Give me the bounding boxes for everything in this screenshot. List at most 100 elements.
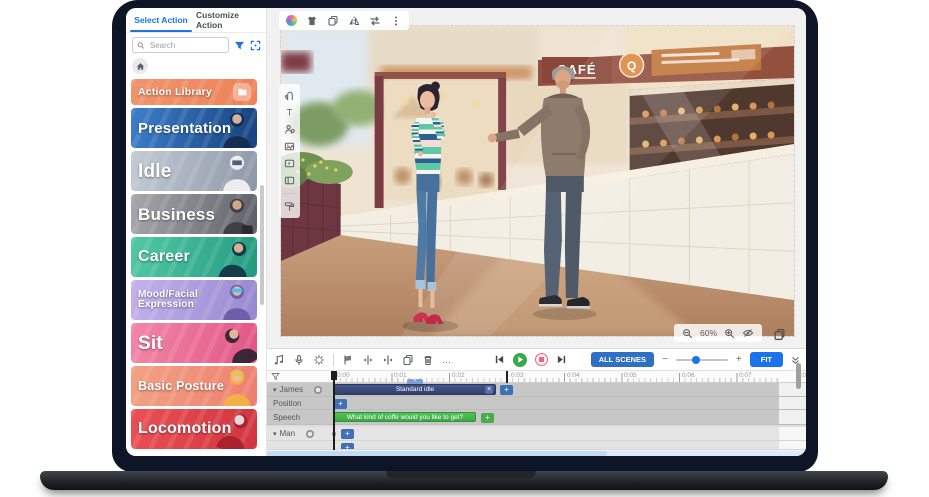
- paint-roller-icon: [284, 201, 295, 212]
- category-career[interactable]: Career: [131, 237, 257, 277]
- trash-icon: [422, 354, 434, 366]
- action-panel: Select Action Customize Action: [126, 8, 267, 456]
- outfit-button[interactable]: [306, 15, 318, 27]
- all-scenes-button[interactable]: ALL SCENES: [591, 352, 654, 367]
- track-visibility-toggle[interactable]: [306, 430, 314, 438]
- character-style-button[interactable]: [286, 15, 297, 26]
- background-paint-button[interactable]: [284, 201, 295, 212]
- track-label-speech[interactable]: Speech: [267, 410, 331, 424]
- track-label-james[interactable]: ▾ James: [267, 383, 331, 396]
- layers-icon: [327, 15, 339, 27]
- timeline-zoom-in[interactable]: +: [736, 355, 742, 365]
- add-position-key-button[interactable]: +: [334, 399, 347, 409]
- text-tool-button[interactable]: T: [284, 107, 295, 118]
- category-action-library[interactable]: Action Library: [131, 79, 257, 105]
- remove-clip-button[interactable]: ×: [485, 386, 493, 394]
- video-tool-button[interactable]: [284, 158, 295, 169]
- transition-curve-button[interactable]: [342, 354, 354, 366]
- playhead[interactable]: [331, 371, 337, 380]
- clip-speech[interactable]: What kind of coffe would you like to get…: [334, 412, 476, 422]
- stop-icon: [539, 357, 544, 362]
- expand-panel-button[interactable]: [250, 40, 261, 51]
- category-scrollbar[interactable]: [260, 185, 264, 305]
- timeline-toolbar: … ALL: [267, 349, 806, 371]
- add-action-button[interactable]: +: [341, 429, 354, 439]
- zoom-out-button[interactable]: [682, 328, 693, 339]
- panel-layout-button[interactable]: [284, 175, 295, 186]
- add-position-key-button[interactable]: +: [341, 443, 354, 450]
- home-icon: [136, 62, 145, 71]
- tab-customize-action[interactable]: Customize Action: [196, 8, 266, 32]
- search-input[interactable]: [148, 40, 224, 51]
- more-options-button[interactable]: [390, 15, 402, 27]
- add-music-button[interactable]: [273, 354, 285, 366]
- toggle-overlay-button[interactable]: [742, 327, 754, 339]
- track-visibility-toggle[interactable]: [314, 386, 322, 394]
- swap-button[interactable]: [369, 15, 381, 27]
- slider-thumb[interactable]: [692, 356, 700, 364]
- play-button[interactable]: [513, 353, 527, 367]
- track-gutter: [779, 383, 806, 396]
- zoom-out-icon: [682, 328, 693, 339]
- scene-canvas[interactable]: CAFÉ Q: [280, 25, 795, 337]
- delete-clip-button[interactable]: [422, 354, 434, 366]
- fit-button[interactable]: FIT: [750, 352, 783, 367]
- copy-clip-button[interactable]: [402, 354, 414, 366]
- timeline-ruler[interactable]: 0:00 0:01 0:02 0:03 0:04 0:05 0:06 0:07 …: [267, 371, 806, 383]
- viewport-toolbar: [279, 11, 409, 30]
- split-left-button[interactable]: [362, 354, 374, 366]
- microphone-icon: [293, 354, 305, 366]
- zoom-in-icon: [724, 328, 735, 339]
- laptop-hinge-notch: [386, 471, 536, 479]
- add-effect-button[interactable]: [313, 354, 325, 366]
- category-basic-posture[interactable]: Basic Posture: [131, 366, 257, 406]
- zoom-in-button[interactable]: [724, 328, 735, 339]
- track-label-man[interactable]: ▾ Man: [267, 427, 331, 440]
- page: Select Action Customize Action: [0, 0, 929, 497]
- new-scene-button[interactable]: [773, 328, 786, 341]
- chevron-down-icon: ▾: [273, 430, 277, 438]
- category-presentation[interactable]: Presentation: [131, 108, 257, 148]
- character-tool-button[interactable]: [284, 124, 295, 135]
- search-box[interactable]: [132, 37, 229, 53]
- stop-button[interactable]: [535, 353, 548, 366]
- category-figure: [215, 280, 257, 320]
- image-tool-button[interactable]: [284, 141, 295, 152]
- track-filter-button[interactable]: [271, 372, 280, 381]
- category-sit[interactable]: Sit: [131, 323, 257, 363]
- category-business[interactable]: Business: [131, 194, 257, 234]
- track-label-position[interactable]: Position: [267, 397, 331, 409]
- clip-standard-idle[interactable]: Standard idle ×: [334, 384, 496, 395]
- kebab-menu-icon: [390, 15, 402, 27]
- pan-tool-button[interactable]: [284, 90, 295, 101]
- search-icon: [137, 41, 145, 50]
- add-speech-button[interactable]: +: [481, 413, 494, 423]
- timeline-zoom-out[interactable]: −: [662, 355, 668, 365]
- duplicate-object-button[interactable]: [327, 15, 339, 27]
- timeline-more-button[interactable]: …: [442, 355, 452, 365]
- timeline-zoom-slider[interactable]: [676, 359, 728, 361]
- track-man-position: +: [267, 441, 806, 450]
- scrollbar-handle[interactable]: [267, 451, 607, 456]
- skip-start-icon: [494, 354, 505, 365]
- action-category-list: Action Library Presentation Idle Busines…: [126, 77, 266, 456]
- viewport-tools: T: [279, 84, 300, 218]
- timeline-horizontal-scrollbar[interactable]: [267, 451, 806, 456]
- tab-select-action[interactable]: Select Action: [126, 8, 196, 32]
- filter-button[interactable]: [234, 40, 245, 51]
- toolbar-divider: [283, 193, 296, 194]
- track-james-speech: Speech What kind of coffe would you like…: [267, 410, 806, 425]
- home-button[interactable]: [132, 58, 148, 74]
- skip-start-button[interactable]: [494, 354, 505, 365]
- image-icon: [284, 141, 295, 152]
- category-locomotion[interactable]: Locomotion: [131, 409, 257, 449]
- skip-end-button[interactable]: [556, 354, 567, 365]
- transition-handle[interactable]: +: [407, 379, 423, 384]
- category-mood-facial-expression[interactable]: Mood/Facial Expression: [131, 280, 257, 320]
- category-idle[interactable]: Idle: [131, 151, 257, 191]
- mirror-button[interactable]: [348, 15, 360, 27]
- add-action-button[interactable]: +: [500, 385, 513, 395]
- split-right-button[interactable]: [382, 354, 394, 366]
- record-voice-button[interactable]: [293, 354, 305, 366]
- timeline-vertical-scrollbar[interactable]: [796, 363, 801, 389]
